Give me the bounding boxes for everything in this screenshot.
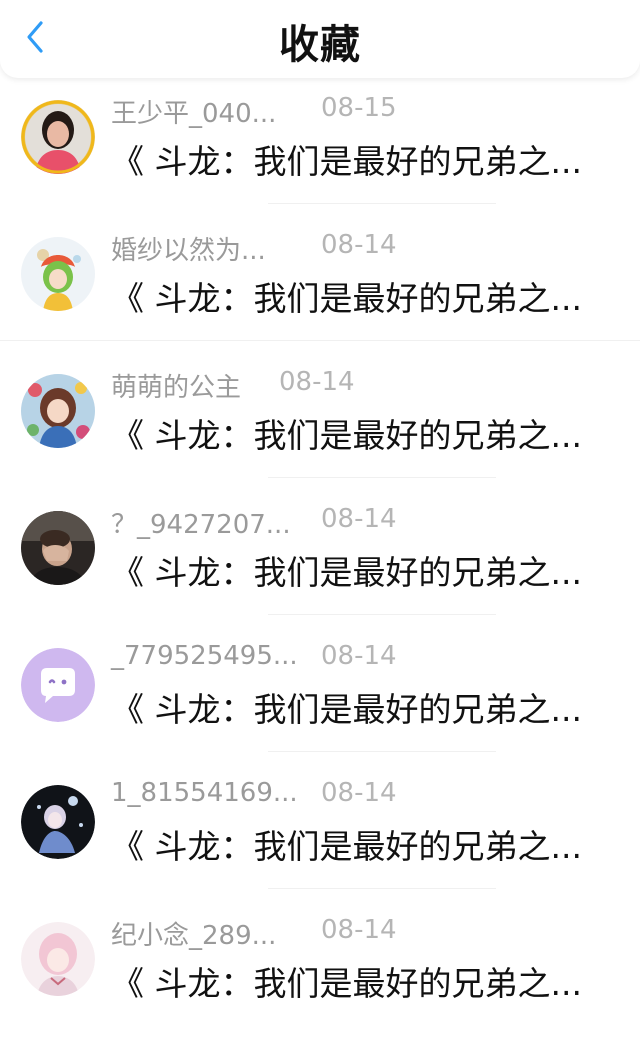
item-date: 08-14 — [279, 367, 355, 397]
avatar[interactable] — [21, 648, 95, 722]
username[interactable]: 婚纱以然为... — [111, 230, 266, 267]
item-meta: _779525495... 08-14 — [111, 641, 397, 677]
list-item[interactable]: 1_81554169... 08-14 《 斗龙：我们是最好的兄弟之... — [0, 763, 640, 900]
top-bar: 收藏 — [0, 0, 640, 78]
list-item[interactable]: ？_9427207... 08-14 《 斗龙：我们是最好的兄弟之... — [0, 489, 640, 626]
username[interactable]: ？_9427207... — [111, 504, 291, 541]
divider — [268, 751, 496, 752]
favorite-title[interactable]: 《 斗龙：我们是最好的兄弟之... — [111, 820, 611, 868]
favorite-title[interactable]: 《 斗龙：我们是最好的兄弟之... — [111, 957, 611, 1005]
divider — [0, 340, 640, 341]
page-title: 收藏 — [279, 22, 361, 68]
item-meta: ？_9427207... 08-14 — [111, 504, 397, 541]
item-meta: 1_81554169... 08-14 — [111, 778, 397, 814]
item-meta: 萌萌的公主 08-14 — [111, 367, 355, 404]
avatar[interactable] — [21, 785, 95, 859]
item-date: 08-15 — [321, 93, 397, 123]
divider — [268, 477, 496, 478]
item-date: 08-14 — [321, 915, 397, 945]
favorite-title[interactable]: 《 斗龙：我们是最好的兄弟之... — [111, 546, 611, 594]
list-item[interactable]: 萌萌的公主 08-14 《 斗龙：我们是最好的兄弟之... — [0, 352, 640, 489]
item-date: 08-14 — [321, 504, 397, 534]
item-date: 08-14 — [321, 641, 397, 671]
item-meta: 纪小念_289... 08-14 — [111, 915, 397, 952]
username[interactable]: 萌萌的公主 — [111, 367, 241, 404]
divider — [268, 203, 496, 204]
item-meta: 婚纱以然为... 08-14 — [111, 230, 397, 267]
favorites-list: 王少平_040... 08-15 《 斗龙：我们是最好的兄弟之... 婚纱以然为… — [0, 78, 640, 1037]
list-item[interactable]: 婚纱以然为... 08-14 《 斗龙：我们是最好的兄弟之... — [0, 215, 640, 352]
username[interactable]: 纪小念_289... — [111, 915, 276, 952]
avatar[interactable] — [21, 100, 95, 174]
favorite-title[interactable]: 《 斗龙：我们是最好的兄弟之... — [111, 683, 611, 731]
avatar[interactable] — [21, 374, 95, 448]
avatar[interactable] — [21, 922, 95, 996]
username[interactable]: 王少平_040... — [111, 93, 276, 130]
list-item[interactable]: 纪小念_289... 08-14 《 斗龙：我们是最好的兄弟之... — [0, 900, 640, 1037]
item-date: 08-14 — [321, 230, 397, 260]
username[interactable]: 1_81554169... — [111, 778, 298, 808]
avatar[interactable] — [21, 511, 95, 585]
divider — [268, 888, 496, 889]
favorite-title[interactable]: 《 斗龙：我们是最好的兄弟之... — [111, 135, 611, 183]
list-item[interactable]: _779525495... 08-14 《 斗龙：我们是最好的兄弟之... — [0, 626, 640, 763]
favorite-title[interactable]: 《 斗龙：我们是最好的兄弟之... — [111, 272, 611, 320]
avatar[interactable] — [21, 237, 95, 311]
username[interactable]: _779525495... — [111, 641, 298, 671]
favorite-title[interactable]: 《 斗龙：我们是最好的兄弟之... — [111, 409, 611, 457]
divider — [268, 614, 496, 615]
item-date: 08-14 — [321, 778, 397, 808]
list-item[interactable]: 王少平_040... 08-15 《 斗龙：我们是最好的兄弟之... — [0, 78, 640, 215]
item-meta: 王少平_040... 08-15 — [111, 93, 397, 130]
